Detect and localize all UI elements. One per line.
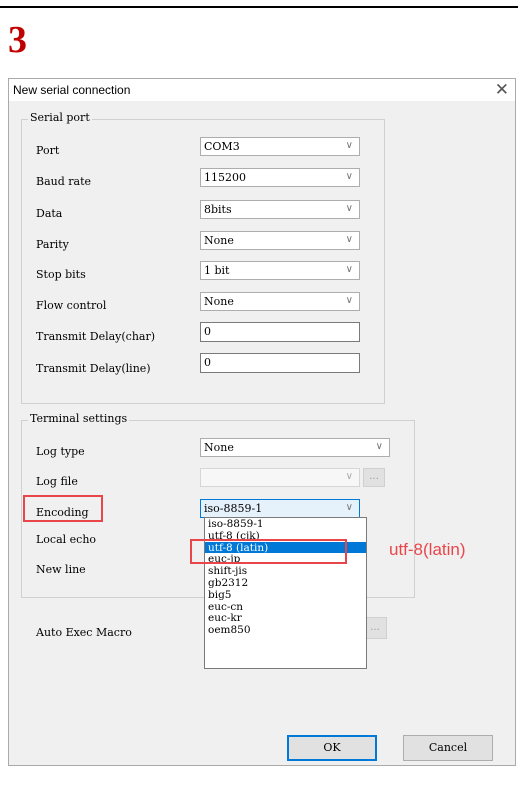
encoding-option[interactable]: iso-8859-1 [205,518,366,530]
annotation-label: utf-8(latin) [389,540,466,559]
baud-rate-value: 115200 [204,171,246,184]
transmit-delay-line-value: 0 [204,356,211,369]
top-rule [0,6,518,8]
transmit-delay-char-value: 0 [204,325,211,338]
encoding-select[interactable]: iso-8859-1 ∨ [200,499,360,518]
flow-control-value: None [204,295,234,308]
flow-control-label: Flow control [36,299,107,312]
transmit-delay-char-input[interactable]: 0 [200,322,360,342]
transmit-delay-char-label: Transmit Delay(char) [36,330,156,343]
port-value: COM3 [204,140,240,153]
log-file-select[interactable]: ∨ [200,468,360,487]
chevron-down-icon: ∨ [345,203,353,214]
baud-rate-label: Baud rate [36,175,92,188]
encoding-option[interactable]: euc-cn [205,601,366,613]
chevron-down-icon: ∨ [375,441,383,452]
encoding-value: iso-8859-1 [204,502,263,515]
parity-label: Parity [36,238,69,251]
stop-bits-label: Stop bits [36,268,86,281]
chevron-down-icon: ∨ [345,471,353,482]
data-label: Data [36,207,63,220]
chevron-down-icon: ∨ [345,234,353,245]
ok-button[interactable]: OK [287,735,377,761]
dialog-title: New serial connection [13,83,131,97]
log-type-value: None [204,441,234,454]
title-bar: New serial connection ✕ [9,79,515,101]
log-type-select[interactable]: None ∨ [200,438,390,457]
selected-option-highlight [190,539,347,564]
log-type-label: Log type [36,445,85,458]
chevron-down-icon: ∨ [345,295,353,306]
data-select[interactable]: 8bits ∨ [200,200,360,219]
auto-exec-macro-label: Auto Exec Macro [36,626,132,639]
transmit-delay-line-label: Transmit Delay(line) [36,362,151,375]
encoding-option[interactable]: shift-jis [205,565,366,577]
parity-value: None [204,234,234,247]
encoding-option[interactable]: gb2312 [205,577,366,589]
encoding-label-highlight [23,495,103,522]
close-icon[interactable]: ✕ [495,79,509,101]
local-echo-label: Local echo [36,533,97,546]
step-number: 3 [8,19,27,61]
transmit-delay-line-input[interactable]: 0 [200,353,360,373]
parity-select[interactable]: None ∨ [200,231,360,250]
terminal-settings-legend: Terminal settings [28,412,130,425]
port-select[interactable]: COM3 ∨ [200,137,360,156]
serial-port-legend: Serial port [28,111,92,124]
log-file-browse-button[interactable]: ... [363,468,385,487]
log-file-label: Log file [36,475,78,488]
flow-control-select[interactable]: None ∨ [200,292,360,311]
baud-rate-select[interactable]: 115200 ∨ [200,168,360,187]
new-line-label: New line [36,563,86,576]
encoding-option[interactable]: big5 [205,589,366,601]
chevron-down-icon: ∨ [345,264,353,275]
port-label: Port [36,144,60,157]
chevron-down-icon: ∨ [345,171,353,182]
chevron-down-icon: ∨ [345,502,353,513]
data-value: 8bits [204,203,232,216]
encoding-option[interactable]: oem850 [205,624,366,636]
cancel-button[interactable]: Cancel [403,735,493,761]
stop-bits-select[interactable]: 1 bit ∨ [200,261,360,280]
encoding-option[interactable]: euc-kr [205,612,366,624]
chevron-down-icon: ∨ [345,140,353,151]
new-serial-connection-dialog: New serial connection ✕ Serial port Port… [8,78,516,766]
stop-bits-value: 1 bit [204,264,230,277]
